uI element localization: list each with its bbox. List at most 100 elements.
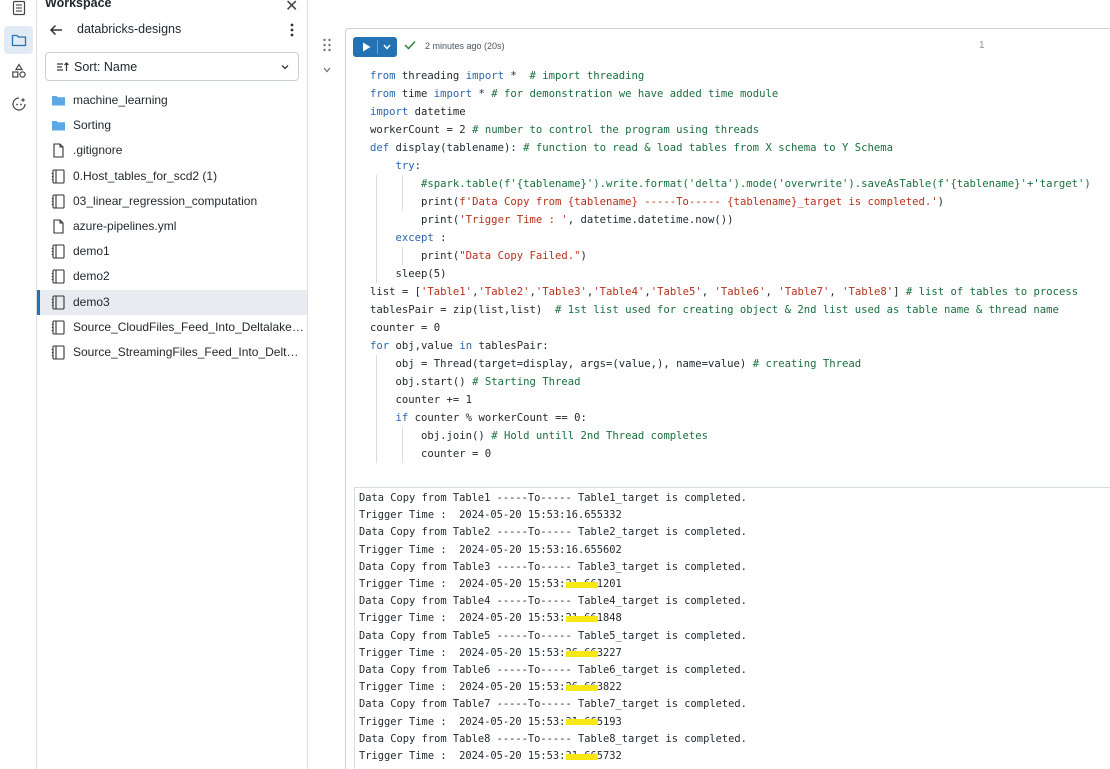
code-line: print("Data Copy Failed.")	[370, 250, 587, 262]
output-line: Data Copy from Table1 -----To----- Table…	[359, 492, 747, 504]
tree-item[interactable]: Source_StreamingFiles_Feed_Into_Deltalak…	[37, 340, 307, 365]
play-icon	[363, 42, 371, 52]
output-line: Trigger Time : 2024-05-20 15:53:26.66382…	[359, 681, 622, 694]
output-line: Data Copy from Table3 -----To----- Table…	[359, 560, 747, 573]
output-line: Trigger Time : 2024-05-20 15:53:21.66184…	[359, 612, 622, 625]
output-line: Trigger Time : 2024-05-20 15:53:31.66573…	[359, 750, 622, 763]
sort-label: Sort: Name	[74, 60, 138, 74]
output-line: Trigger Time : 2024-05-20 15:53:21.66120…	[359, 578, 622, 591]
notebook-icon	[51, 345, 66, 360]
output-line: Data Copy from Table2 -----To----- Table…	[359, 526, 747, 539]
tree-item-label: Source_StreamingFiles_Feed_Into_Deltalak…	[73, 345, 305, 359]
code-line: for obj,value in tablesPair:	[370, 340, 549, 352]
code-line: sleep(5)	[370, 268, 447, 280]
code-line: obj = Thread(target=display, args=(value…	[370, 358, 862, 370]
code-line: counter = 0	[370, 322, 441, 334]
code-line: print('Trigger Time : ', datetime.dateti…	[370, 214, 734, 226]
run-status-text: 2 minutes ago (20s)	[425, 41, 505, 51]
file-icon	[51, 143, 66, 158]
output-line: Data Copy from Table7 -----To----- Table…	[359, 698, 747, 711]
close-icon[interactable]: ✕	[285, 0, 298, 16]
output-line: Trigger Time : 2024-05-20 15:53:16.65560…	[359, 543, 622, 556]
tree-item[interactable]: 0.Host_tables_for_scd2 (1)	[37, 164, 307, 189]
code-line: tablesPair = zip(list,list) # 1st list u…	[370, 304, 1059, 316]
notebook-icon	[51, 194, 66, 209]
code-editor[interactable]: from threading import * # import threadi…	[370, 67, 1091, 463]
notebook-cell[interactable]: 2 minutes ago (20s) 1 from threading imp…	[345, 28, 1110, 769]
tree-item-label: .gitignore	[73, 143, 123, 158]
code-line: def display(tablename): # function to re…	[370, 142, 894, 154]
workspace-panel: Workspace ✕ databricks-designs Sort: Nam…	[37, 0, 308, 769]
shapes-catalog-icon[interactable]	[4, 57, 33, 85]
highlight-mark	[566, 685, 598, 691]
output-line: Data Copy from Table8 -----To----- Table…	[359, 732, 747, 745]
tree-item-label: machine_learning	[73, 93, 168, 107]
tree-item-label: 03_linear_regression_computation	[73, 193, 258, 208]
code-line: print(f'Data Copy from {tablename} -----…	[370, 196, 945, 208]
code-line: #spark.table(f'{tablename}').write.forma…	[421, 178, 1091, 190]
chevron-down-icon	[281, 65, 289, 70]
tree-item[interactable]: .gitignore	[37, 138, 307, 163]
tree-item-label: azure-pipelines.yml	[73, 219, 177, 233]
output-line: Data Copy from Table5 -----To----- Table…	[359, 629, 747, 642]
notebook-icon	[51, 169, 66, 184]
code-line: obj.join() # Hold untill 2nd Thread comp…	[370, 430, 709, 442]
run-button-divider	[377, 40, 378, 54]
current-folder-name: databricks-designs	[77, 22, 182, 36]
notebook-nav-icon[interactable]	[4, 0, 33, 22]
code-line: except :	[395, 232, 447, 244]
tree-item[interactable]: demo3	[37, 289, 307, 315]
panel-title: Workspace	[45, 0, 112, 10]
output-line: Trigger Time : 2024-05-20 15:53:26.66322…	[359, 646, 622, 659]
tree-item[interactable]: machine_learning	[37, 88, 307, 113]
tree-item-label: demo3	[73, 294, 110, 309]
workspace-folder-icon[interactable]	[4, 26, 33, 54]
output-line: Trigger Time : 2024-05-20 15:53:31.66519…	[359, 715, 622, 728]
tree-item[interactable]: demo1	[37, 239, 307, 264]
output-line: Data Copy from Table6 -----To----- Table…	[359, 664, 747, 677]
tree-item-label: Source_CloudFiles_Feed_Into_Deltalake_SC…	[73, 319, 305, 334]
code-line: if counter % workerCount == 0:	[395, 412, 587, 424]
tree-item-label: 0.Host_tables_for_scd2 (1)	[73, 168, 218, 183]
file-icon	[51, 219, 66, 234]
code-line: import datetime	[370, 106, 466, 118]
notebook-icon	[51, 244, 66, 259]
icon-rail	[0, 0, 37, 769]
success-check-icon	[404, 40, 416, 50]
collapse-cell-chevron-icon[interactable]	[322, 66, 332, 74]
sort-icon	[57, 62, 69, 71]
highlight-mark	[566, 616, 598, 622]
tree-item[interactable]: Source_CloudFiles_Feed_Into_Deltalake_SC…	[37, 315, 307, 340]
run-cell-button[interactable]	[353, 37, 397, 57]
kebab-menu-icon[interactable]	[289, 22, 295, 38]
highlight-mark	[566, 719, 598, 725]
cell-number: 1	[979, 40, 985, 51]
assistant-icon[interactable]	[4, 90, 33, 118]
tree-item[interactable]: Sorting	[37, 113, 307, 138]
code-line: counter += 1	[370, 394, 473, 406]
tree-item[interactable]: 03_linear_regression_computation	[37, 189, 307, 214]
output-text: Data Copy from Table1 -----To----- Table…	[359, 490, 747, 765]
code-line: list = ['Table1','Table2','Table3','Tabl…	[370, 286, 1079, 298]
highlight-mark	[566, 754, 598, 760]
code-line: obj.start() # Starting Thread	[370, 376, 581, 388]
chevron-down-icon[interactable]	[383, 44, 391, 50]
tree-item[interactable]: demo2	[37, 264, 307, 289]
tree-item-label: demo2	[73, 269, 110, 284]
output-line: Data Copy from Table4 -----To----- Table…	[359, 595, 747, 608]
sort-dropdown[interactable]: Sort: Name	[45, 52, 299, 81]
code-line: workerCount = 2 # number to control the …	[370, 124, 760, 136]
output-line: Trigger Time : 2024-05-20 15:53:16.65533…	[359, 509, 622, 522]
drag-handle-icon[interactable]	[322, 38, 332, 52]
tree-item[interactable]: azure-pipelines.yml	[37, 214, 307, 239]
notebook-icon	[51, 295, 66, 310]
code-line: try:	[395, 160, 422, 172]
back-arrow-icon[interactable]	[47, 21, 65, 39]
code-line: counter = 0	[370, 448, 492, 460]
highlight-mark	[566, 651, 598, 657]
notebook-icon	[51, 320, 66, 335]
code-line: from threading import * # import threadi…	[370, 70, 645, 82]
folder-icon	[51, 118, 66, 133]
tree-item-label: demo1	[73, 244, 110, 259]
cell-output: Data Copy from Table1 -----To----- Table…	[354, 487, 1110, 769]
